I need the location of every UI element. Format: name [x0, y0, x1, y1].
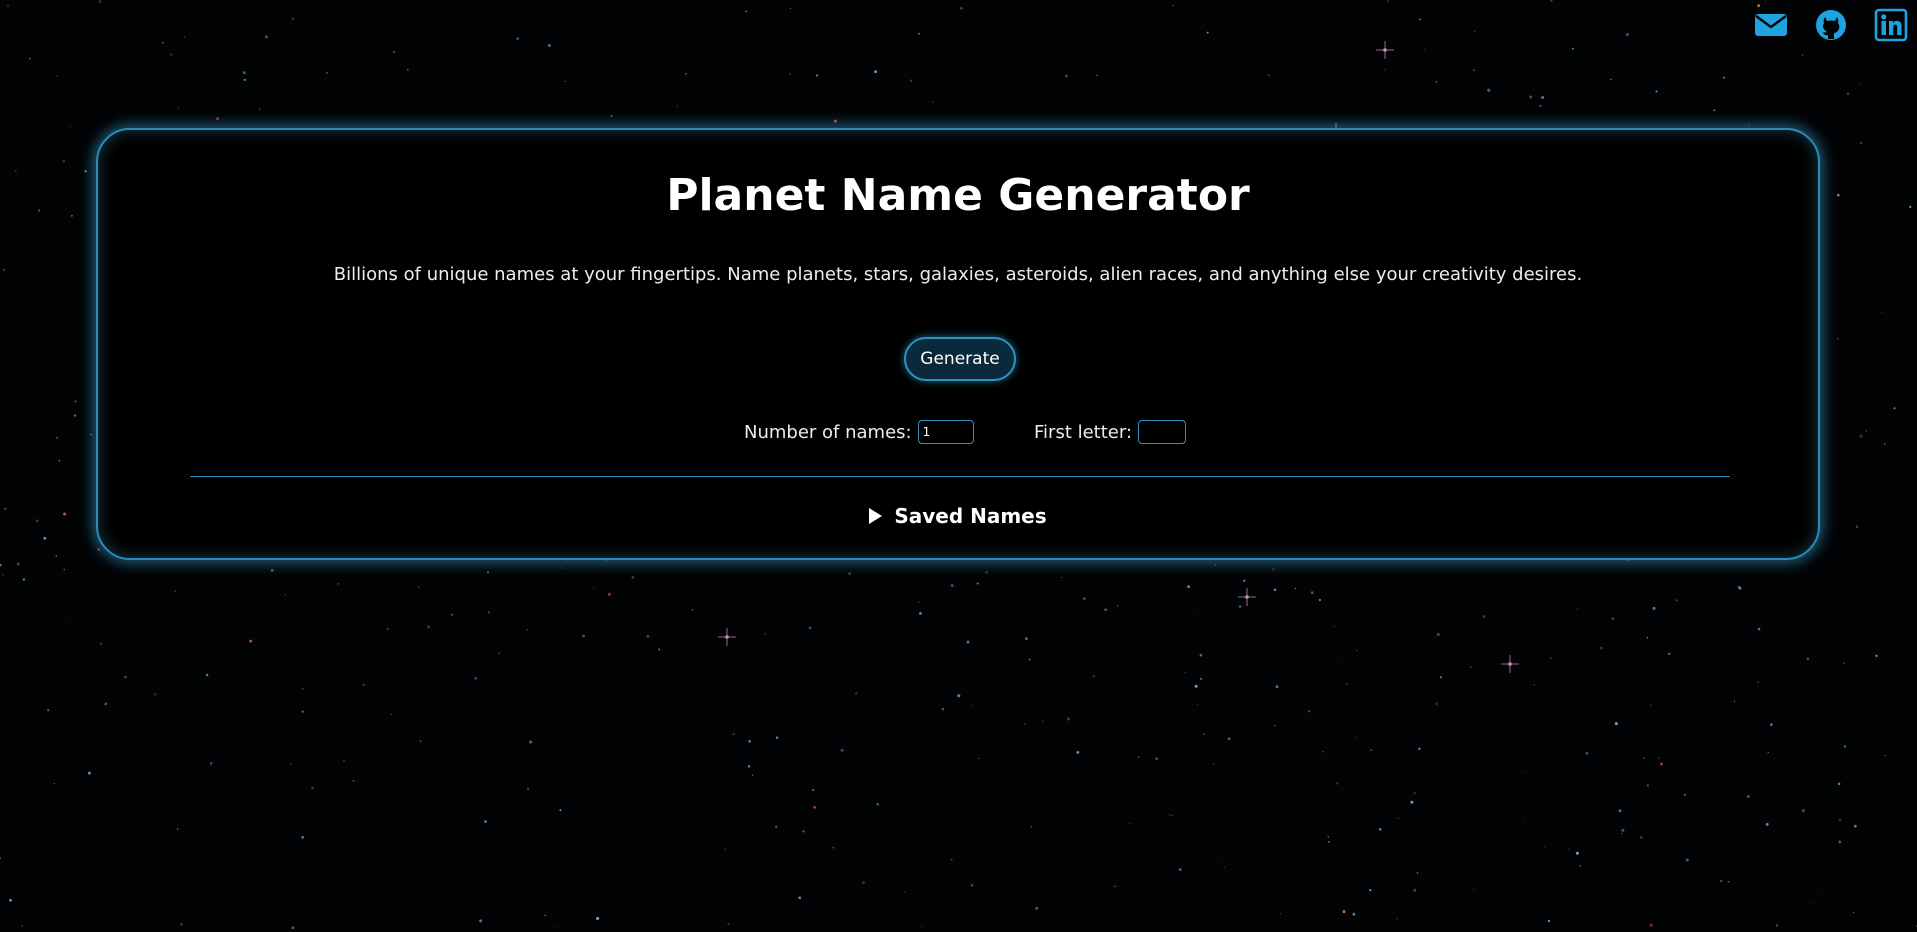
- disclosure-triangle-icon: [869, 508, 883, 524]
- count-field: Number of names:: [744, 420, 974, 444]
- saved-names-toggle[interactable]: Saved Names: [98, 504, 1818, 528]
- first-letter-field: First letter:: [1034, 420, 1187, 444]
- social-links: [1753, 8, 1909, 42]
- divider: [190, 476, 1730, 477]
- github-icon[interactable]: [1813, 8, 1849, 42]
- count-input[interactable]: [917, 420, 974, 444]
- linkedin-icon[interactable]: [1873, 8, 1909, 42]
- count-label: Number of names:: [744, 421, 912, 443]
- page-description: Billions of unique names at your fingert…: [333, 264, 1583, 285]
- first-letter-label: First letter:: [1034, 421, 1133, 443]
- generator-panel: Planet Name Generator Billions of unique…: [96, 128, 1820, 560]
- page-title: Planet Name Generator: [666, 170, 1250, 221]
- first-letter-input[interactable]: [1138, 420, 1187, 444]
- envelope-icon[interactable]: [1753, 8, 1789, 42]
- saved-names-label: Saved Names: [894, 504, 1047, 528]
- generate-button[interactable]: Generate: [904, 337, 1016, 381]
- options-row: Number of names: First letter:: [98, 420, 1818, 448]
